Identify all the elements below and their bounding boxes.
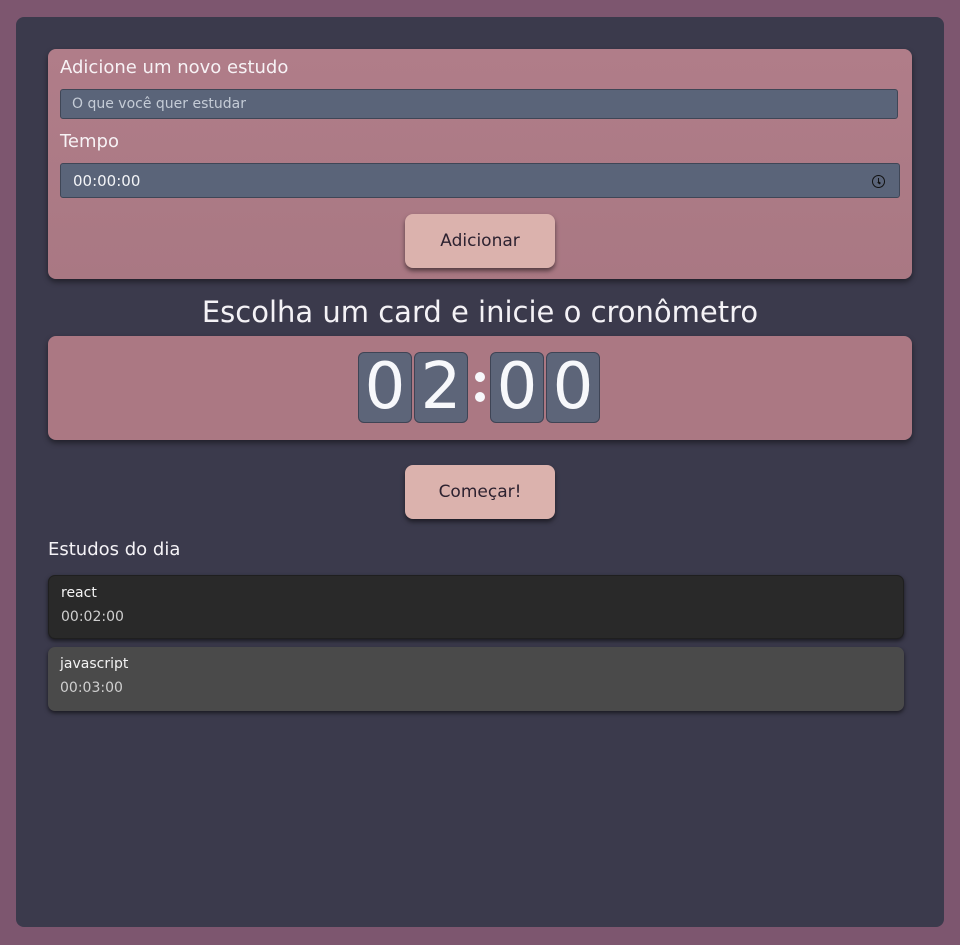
add-button[interactable]: Adicionar: [405, 214, 555, 268]
study-list-title: Estudos do dia: [48, 539, 181, 560]
time-value: 00:00:00: [73, 172, 141, 190]
app-container: Adicione um novo estudo Tempo 00:00:00 A…: [16, 17, 944, 927]
study-item-time: 00:03:00: [60, 680, 123, 696]
study-item-name: react: [61, 585, 97, 601]
timer-title: Escolha um card e inicie o cronômetro: [201, 295, 759, 329]
study-input[interactable]: [60, 89, 898, 119]
minutes-tens-digit: 0: [358, 352, 412, 423]
stopwatch-display: 0 2 0 0: [48, 336, 912, 440]
study-item[interactable]: javascript 00:03:00: [48, 647, 904, 711]
seconds-ones-digit: 0: [546, 352, 600, 423]
new-study-form: Adicione um novo estudo Tempo 00:00:00 A…: [48, 49, 912, 279]
clock-icon[interactable]: [872, 175, 885, 188]
time-label: Tempo: [60, 131, 119, 152]
study-item[interactable]: react 00:02:00: [48, 575, 904, 639]
start-button[interactable]: Começar!: [405, 465, 555, 519]
time-input[interactable]: 00:00:00: [60, 163, 900, 198]
study-item-name: javascript: [60, 656, 129, 672]
minutes-ones-digit: 2: [414, 352, 468, 423]
study-list: react 00:02:00 javascript 00:03:00: [48, 575, 904, 719]
time-separator: [472, 368, 488, 408]
study-item-time: 00:02:00: [61, 609, 124, 625]
study-label: Adicione um novo estudo: [60, 57, 289, 78]
seconds-tens-digit: 0: [490, 352, 544, 423]
